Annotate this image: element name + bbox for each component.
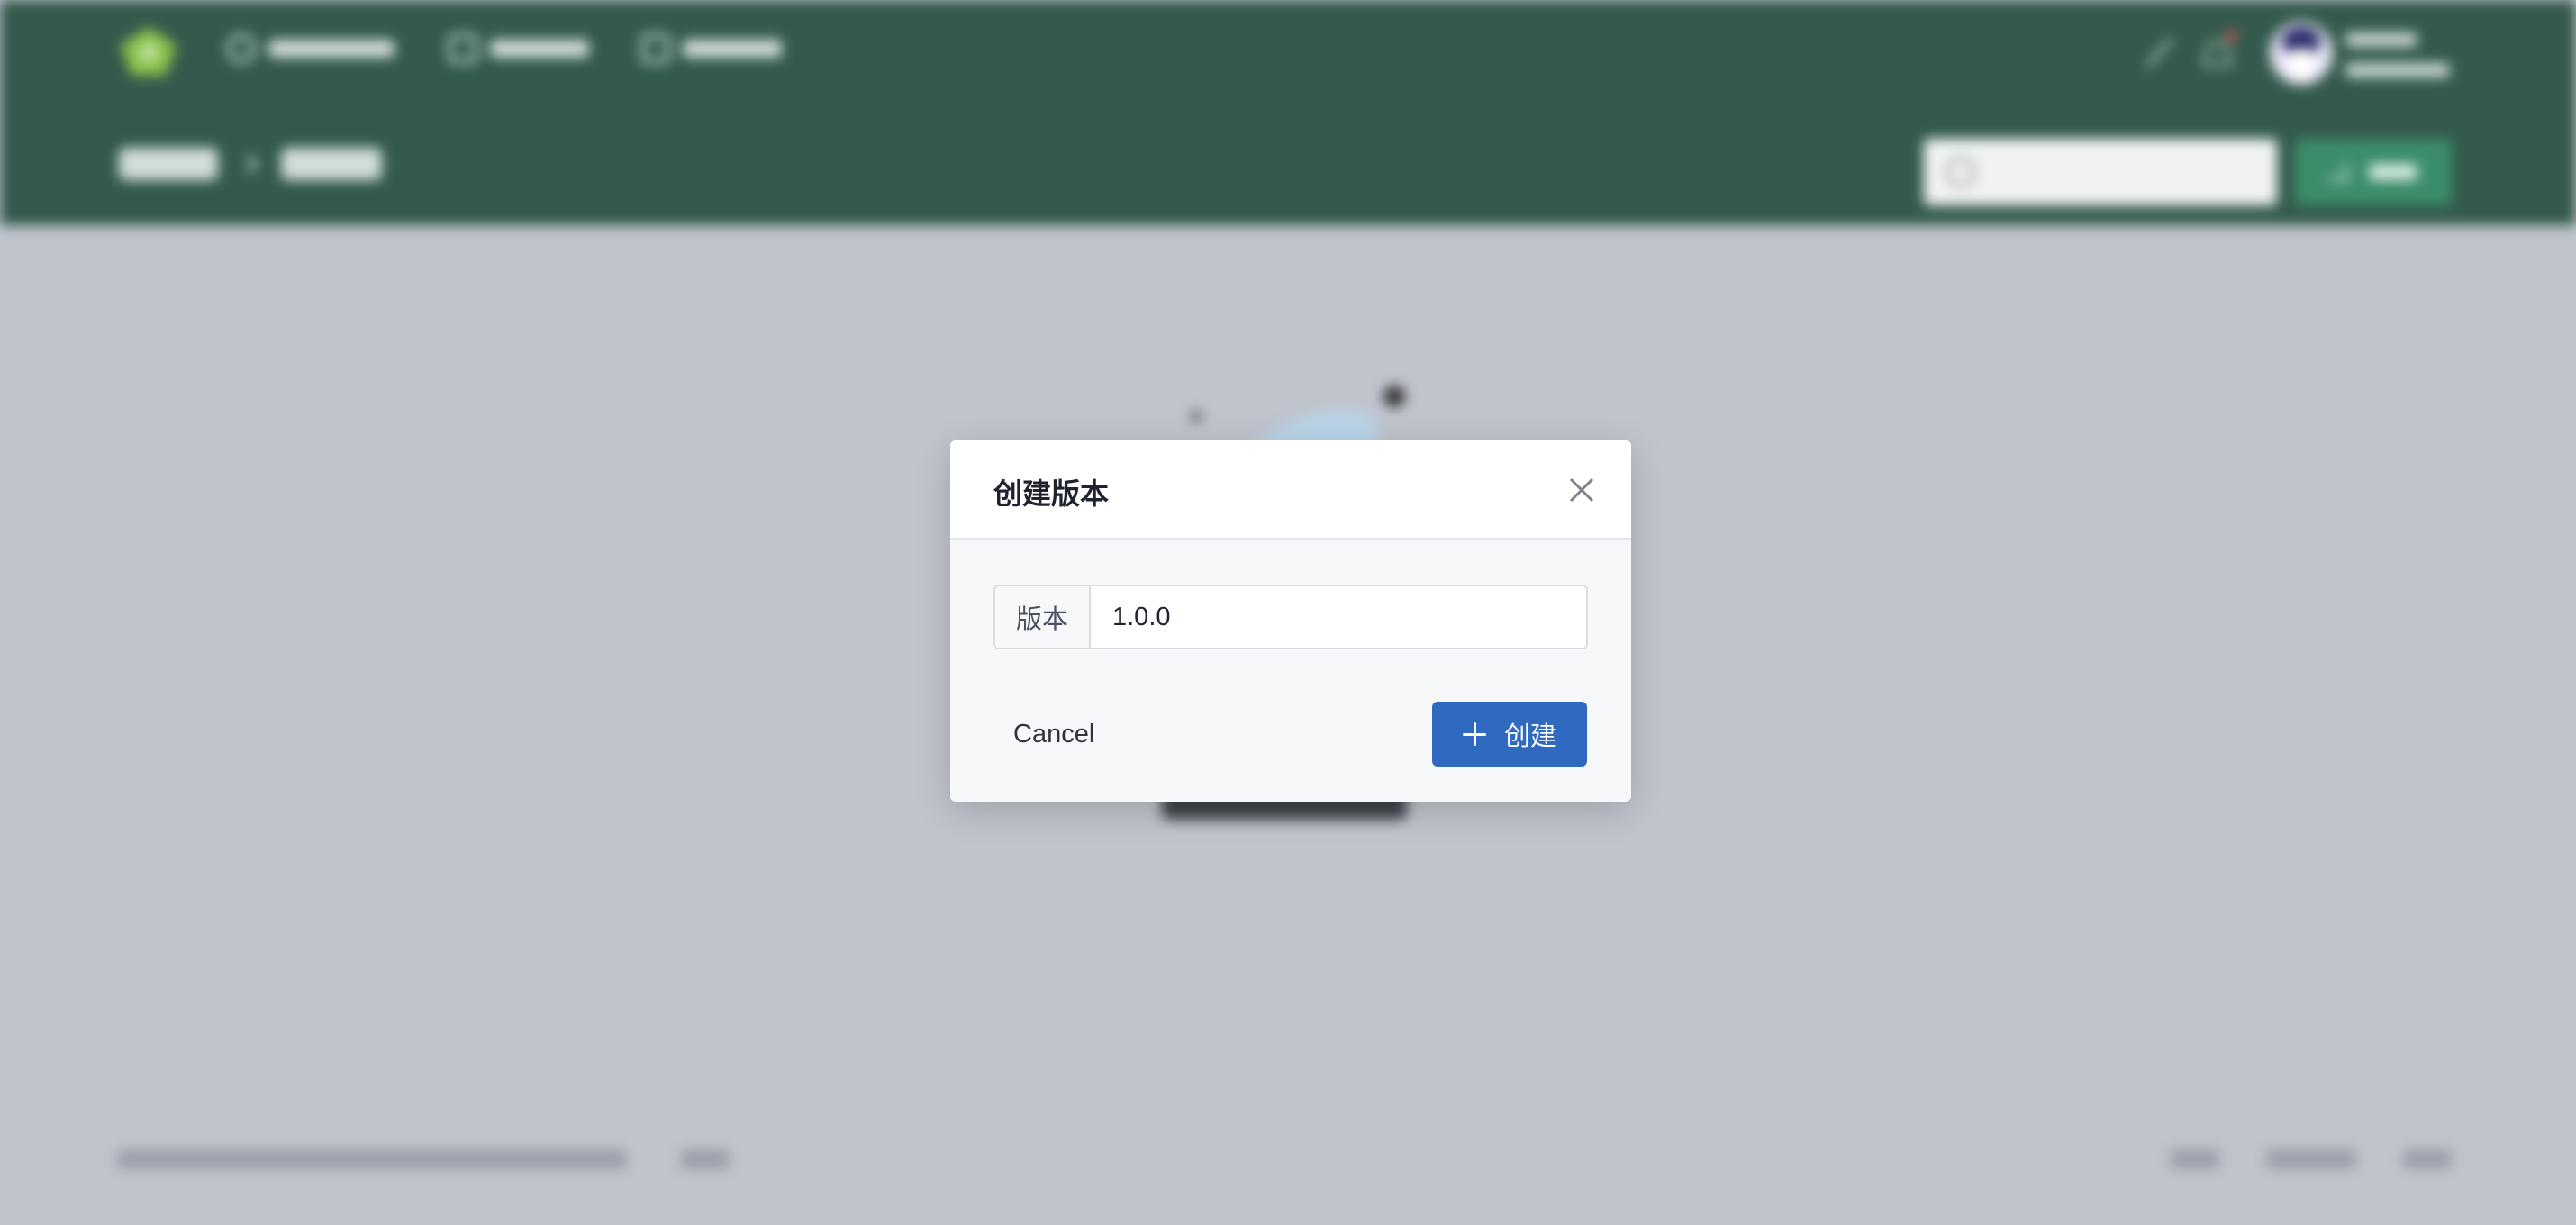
top-navigation-bar [0, 0, 2576, 225]
cancel-button[interactable]: Cancel [993, 702, 1114, 767]
close-icon[interactable] [1559, 467, 1604, 513]
create-version-dialog: 创建版本 版本 Cancel 创建 [950, 440, 1631, 802]
create-button-label: 创建 [1503, 722, 1556, 751]
nav-item-1 [227, 34, 395, 63]
nav-icon [641, 34, 670, 63]
pen-icon [2145, 38, 2172, 68]
nav-item-3 [641, 34, 782, 63]
dialog-header: 创建版本 [950, 440, 1631, 540]
footer-right [2171, 1149, 2452, 1169]
create-button[interactable]: 创建 [1432, 702, 1587, 767]
nav-icon [227, 34, 256, 63]
version-field-label: 版本 [995, 586, 1091, 648]
dialog-body: 版本 Cancel 创建 [950, 540, 1631, 802]
footer-left [117, 1149, 730, 1169]
avatar [2270, 22, 2333, 85]
nav-icon [449, 34, 477, 63]
logo-icon [121, 27, 177, 76]
version-field: 版本 [993, 585, 1588, 649]
version-input[interactable] [1091, 586, 1586, 648]
breadcrumb [119, 148, 382, 180]
nav-item-2 [449, 34, 589, 63]
plus-icon [1462, 722, 1486, 746]
dialog-title: 创建版本 [993, 477, 1110, 510]
user-info [2345, 25, 2450, 77]
search-input [1924, 139, 2277, 205]
bell-icon [2202, 31, 2237, 67]
add-button [2295, 139, 2452, 205]
